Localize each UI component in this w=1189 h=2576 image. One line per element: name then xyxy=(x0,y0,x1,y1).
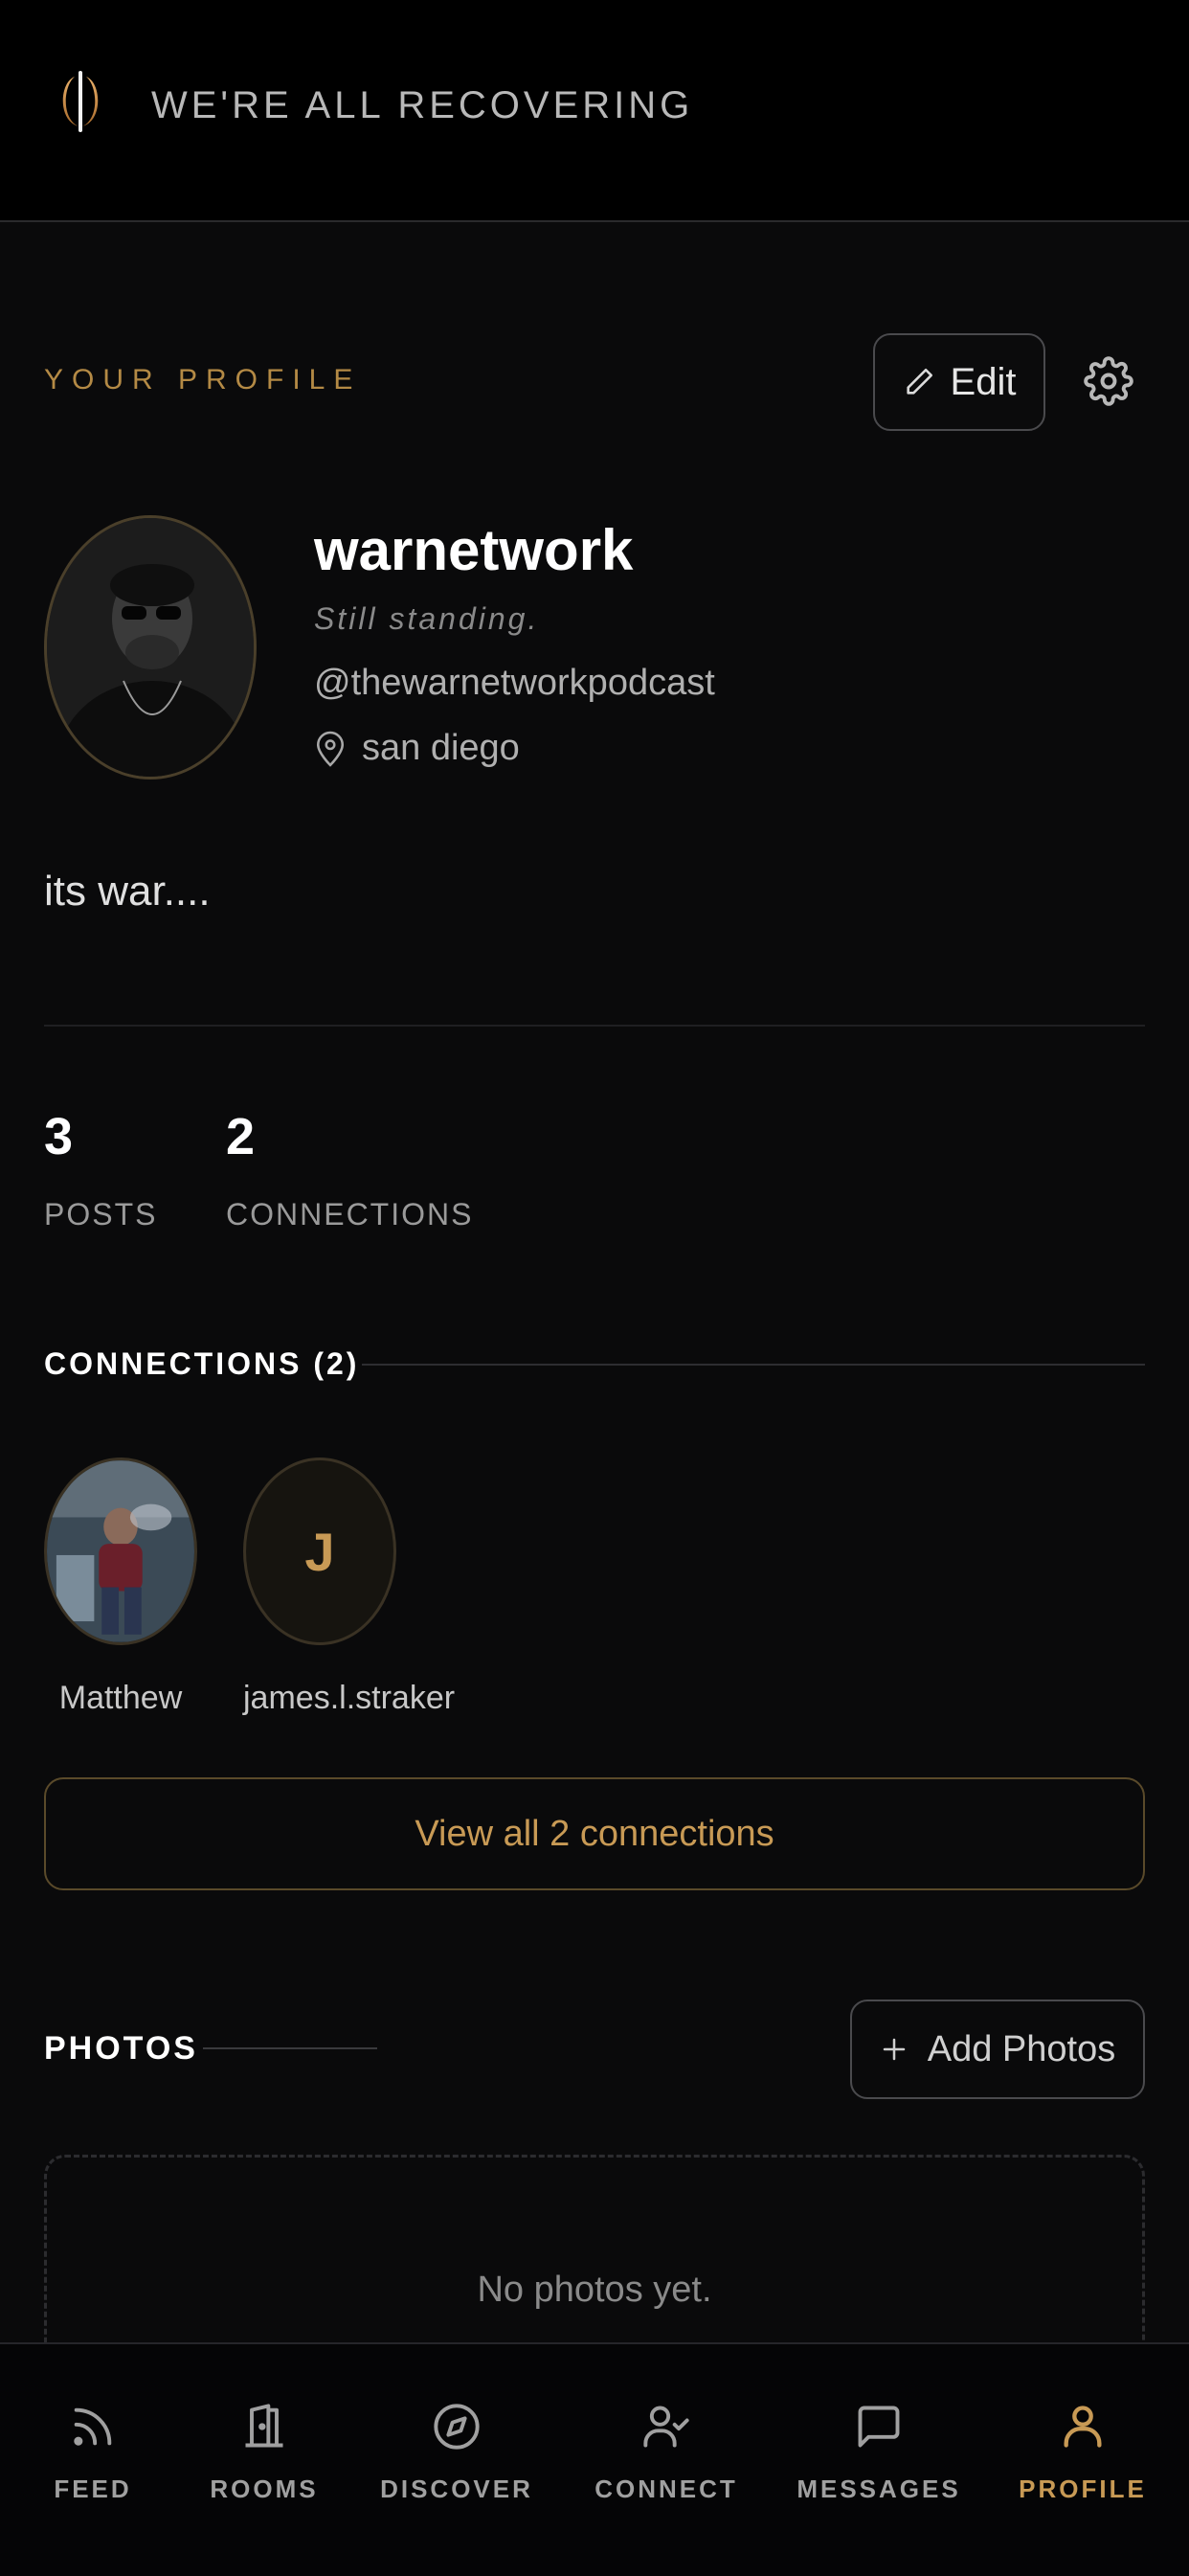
username-handle: @thewarnetworkpodcast xyxy=(314,663,715,703)
connection-avatar: J xyxy=(243,1457,396,1645)
tab-rooms[interactable]: ROOMS xyxy=(168,2402,360,2504)
connections-heading: CONNECTIONS (2) xyxy=(44,1346,360,1381)
add-photos-button[interactable]: Add Photos xyxy=(850,2000,1145,2099)
edit-label: Edit xyxy=(950,360,1017,403)
tab-label: ROOMS xyxy=(210,2474,319,2503)
divider xyxy=(362,1364,1145,1366)
location: san diego xyxy=(314,728,520,769)
stat-label: POSTS xyxy=(44,1197,158,1232)
avatar-photo xyxy=(47,518,254,777)
plus-icon xyxy=(883,2038,905,2061)
edit-profile-button[interactable]: Edit xyxy=(873,333,1045,431)
stat-value: 3 xyxy=(44,1108,74,1165)
settings-gear-icon[interactable] xyxy=(1084,356,1133,406)
connection-avatar xyxy=(44,1457,197,1645)
user-check-icon xyxy=(643,2406,689,2448)
divider xyxy=(44,1025,1145,1027)
add-photos-label: Add Photos xyxy=(927,2028,1116,2069)
connection-item[interactable]: Matthew xyxy=(44,1457,197,1717)
connection-initial: J xyxy=(304,1521,335,1582)
connection-item[interactable]: J james.l.straker xyxy=(243,1457,456,1717)
location-text: san diego xyxy=(362,728,520,768)
map-pin-icon xyxy=(316,731,345,767)
profile-avatar[interactable] xyxy=(44,515,257,780)
bio-text: its war.... xyxy=(44,868,211,915)
tab-label: PROFILE xyxy=(1019,2474,1147,2503)
rss-icon xyxy=(74,2407,112,2446)
tab-discover[interactable]: DISCOVER xyxy=(361,2402,552,2504)
photos-heading: PHOTOS xyxy=(44,2030,198,2067)
tab-messages[interactable]: MESSAGES xyxy=(783,2402,975,2504)
tab-connect[interactable]: CONNECT xyxy=(571,2402,762,2504)
tab-label: FEED xyxy=(54,2474,132,2503)
message-square-icon xyxy=(858,2406,900,2448)
stat-value: 2 xyxy=(226,1108,256,1165)
tab-profile[interactable]: PROFILE xyxy=(987,2402,1178,2504)
stat-connections[interactable]: 2 CONNECTIONS xyxy=(226,1107,473,1232)
app-header: WE'RE ALL RECOVERING xyxy=(0,0,1189,222)
stat-label: CONNECTIONS xyxy=(226,1197,474,1232)
stat-posts[interactable]: 3 POSTS xyxy=(44,1107,157,1232)
connection-photo xyxy=(47,1460,194,1642)
no-photos-text: No photos yet. xyxy=(477,2270,712,2310)
connection-name: james.l.straker xyxy=(243,1680,456,1716)
compass-icon xyxy=(434,2404,480,2450)
tagline: Still standing. xyxy=(314,601,540,636)
app-title: WE'RE ALL RECOVERING xyxy=(151,84,694,126)
user-icon xyxy=(1064,2406,1102,2448)
app-logo-icon[interactable] xyxy=(54,67,107,136)
divider xyxy=(203,2047,377,2049)
display-name: warnetwork xyxy=(314,518,634,582)
section-label: YOUR PROFILE xyxy=(44,364,362,395)
view-all-connections-button[interactable]: View all 2 connections xyxy=(44,1777,1145,1890)
tab-feed[interactable]: FEED xyxy=(0,2402,189,2504)
connection-name: Matthew xyxy=(58,1680,183,1716)
pencil-icon xyxy=(906,368,932,395)
tab-label: DISCOVER xyxy=(380,2474,533,2503)
door-icon xyxy=(245,2404,283,2448)
tab-label: CONNECT xyxy=(594,2474,738,2503)
tab-label: MESSAGES xyxy=(796,2474,961,2503)
